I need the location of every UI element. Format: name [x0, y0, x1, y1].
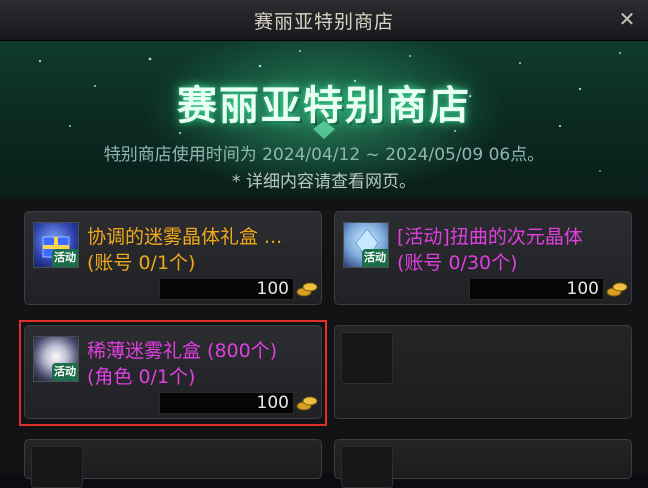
- empty-item-slot: [24, 439, 322, 488]
- mist-box-icon: 活动: [33, 336, 79, 382]
- shop-item-card[interactable]: 活动 [活动]扭曲的次元晶体 (账号 0/30个) 100: [334, 211, 632, 305]
- empty-icon-slot: [341, 446, 393, 488]
- gold-coin-icon: [296, 396, 318, 411]
- item-grid: 活动 协调的迷雾晶体礼盒 ... (账号 0/1个) 100 活动 [活动]扭曲…: [0, 200, 648, 488]
- event-badge: 活动: [52, 363, 78, 381]
- gold-coin-icon: [296, 282, 318, 297]
- item-name: 协调的迷雾晶体礼盒 ...: [87, 226, 283, 248]
- shop-note-text: * 详细内容请查看网页。: [232, 172, 416, 192]
- item-purchase-limit: (角色 0/1个): [87, 366, 196, 388]
- event-badge: 活动: [52, 249, 78, 267]
- empty-icon-slot: [31, 446, 83, 488]
- shop-banner: 赛丽亚特别商店 特别商店使用时间为 2024/04/12 ~ 2024/05/0…: [0, 41, 648, 197]
- item-name: [活动]扭曲的次元晶体: [397, 226, 583, 248]
- item-price: 100: [469, 278, 604, 300]
- item-purchase-limit: (账号 0/1个): [87, 252, 196, 274]
- close-icon[interactable]: ✕: [616, 8, 638, 30]
- dimension-crystal-icon: 活动: [343, 222, 389, 268]
- banner-title: 赛丽亚特别商店: [177, 83, 471, 129]
- window-title: 赛丽亚特别商店: [253, 10, 394, 33]
- empty-icon-slot: [341, 332, 393, 384]
- gold-coin-icon: [606, 282, 628, 297]
- empty-item-slot: [334, 439, 632, 488]
- title-bar: 赛丽亚特别商店 ✕: [0, 0, 648, 41]
- item-price: 100: [159, 278, 294, 300]
- shop-period-text: 特别商店使用时间为 2024/04/12 ~ 2024/05/09 06点。: [103, 145, 545, 165]
- item-price: 100: [159, 392, 294, 414]
- shop-item-card[interactable]: 活动 稀薄迷雾礼盒 (800个) (角色 0/1个) 100: [24, 325, 322, 419]
- item-purchase-limit: (账号 0/30个): [397, 252, 518, 274]
- shop-item-card[interactable]: 活动 协调的迷雾晶体礼盒 ... (账号 0/1个) 100: [24, 211, 322, 305]
- event-badge: 活动: [362, 249, 388, 267]
- crystal-box-icon: 活动: [33, 222, 79, 268]
- empty-item-slot: [334, 325, 632, 419]
- item-name: 稀薄迷雾礼盒 (800个): [87, 340, 278, 362]
- shop-window: 赛丽亚特别商店 ✕ 赛丽亚特别商店 特别商店使用时间为 2024/04/12 ~…: [0, 0, 648, 488]
